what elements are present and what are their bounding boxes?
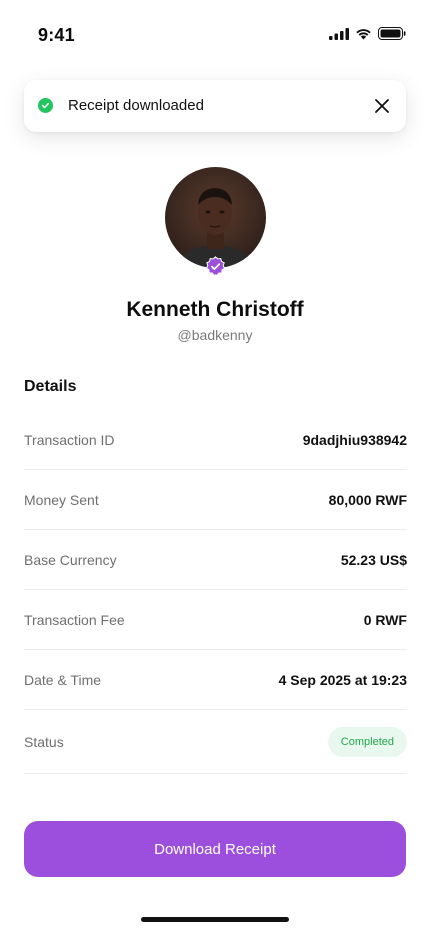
- detail-label: Status: [24, 733, 64, 750]
- details-list: Transaction ID 9dadjhiu938942 Money Sent…: [24, 410, 407, 774]
- wifi-icon: [356, 28, 371, 39]
- verified-badge-icon: [205, 256, 226, 277]
- detail-label: Transaction ID: [24, 431, 115, 448]
- detail-row-transaction-id: Transaction ID 9dadjhiu938942: [24, 410, 407, 470]
- detail-label: Date & Time: [24, 671, 102, 688]
- detail-row-transaction-fee: Transaction Fee 0 RWF: [24, 590, 407, 650]
- detail-row-date-time: Date & Time 4 Sep 2025 at 19:23: [24, 650, 407, 710]
- status-bar: 9:41: [0, 0, 430, 70]
- profile-name: Kenneth Christoff: [126, 298, 304, 321]
- status-badge: Completed: [327, 726, 407, 757]
- detail-row-status: Status Completed: [24, 710, 407, 774]
- status-time: 9:41: [38, 25, 75, 45]
- receipt-screen: 9:41 Receipt downloaded Kenneth Christof…: [0, 0, 430, 932]
- status-icons: [329, 27, 406, 40]
- detail-label: Transaction Fee: [24, 611, 125, 628]
- detail-label: Base Currency: [24, 551, 117, 568]
- detail-row-money-sent: Money Sent 80,000 RWF: [24, 470, 407, 530]
- toast-message: Receipt downloaded: [68, 97, 204, 114]
- avatar: [165, 167, 266, 268]
- detail-value: 4 Sep 2025 at 19:23: [278, 671, 407, 688]
- profile-handle: @badkenny: [177, 327, 253, 343]
- details-title: Details: [24, 378, 77, 395]
- detail-value: 9dadjhiu938942: [302, 431, 407, 448]
- detail-row-base-currency: Base Currency 52.23 US$: [24, 530, 407, 590]
- home-indicator[interactable]: [141, 917, 289, 922]
- close-icon: [375, 99, 389, 113]
- download-receipt-button[interactable]: Download Receipt: [24, 821, 406, 877]
- battery-icon: [378, 27, 406, 40]
- success-check-icon: [38, 98, 53, 113]
- cellular-signal-icon: [329, 27, 349, 40]
- detail-value: 0 RWF: [363, 611, 407, 628]
- toast-notification: Receipt downloaded: [24, 80, 406, 132]
- toast-close-button[interactable]: [372, 96, 392, 116]
- detail-label: Money Sent: [24, 491, 99, 508]
- profile-avatar: [165, 167, 266, 277]
- detail-value: 80,000 RWF: [328, 491, 407, 508]
- detail-value: 52.23 US$: [340, 551, 407, 568]
